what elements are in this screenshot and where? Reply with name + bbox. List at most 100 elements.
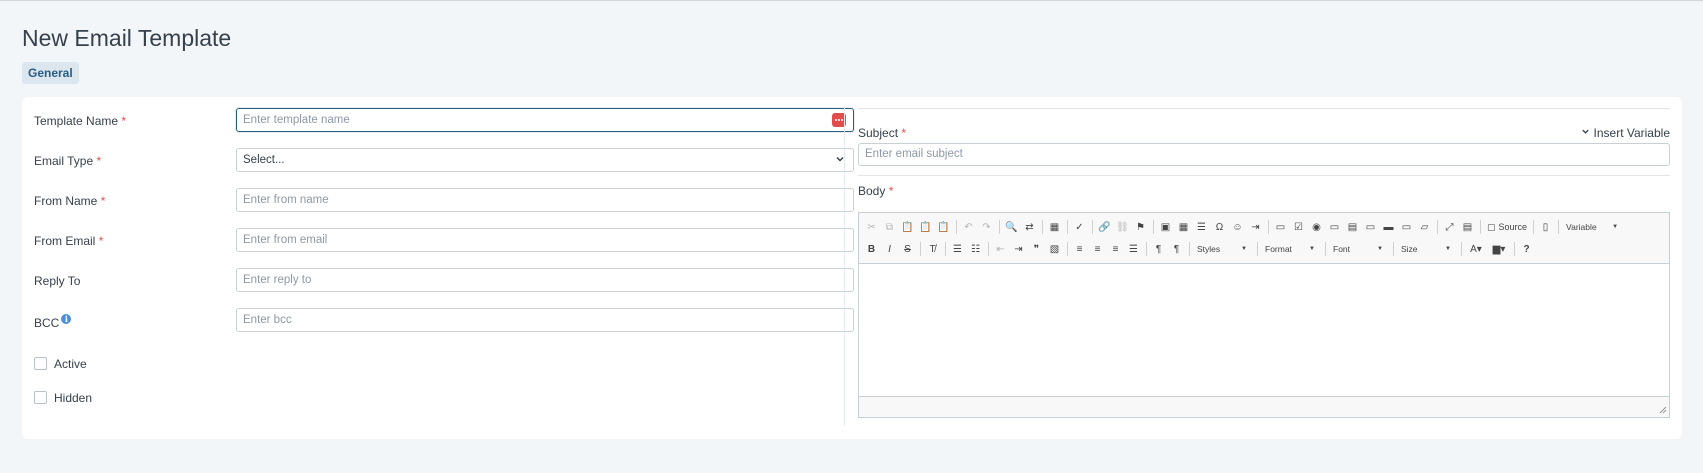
subject-input[interactable]: Enter email subject	[858, 143, 1670, 166]
undo-icon[interactable]: ↶	[960, 218, 977, 236]
image-icon[interactable]: ▣	[1157, 218, 1174, 236]
button-field-icon[interactable]: ▬	[1380, 218, 1397, 236]
divider	[858, 108, 1670, 109]
editor-toolbar-row-2: B I S T̸ ☰ ☷ ⇤ ⇥ ❞ ▧ ≡ ≡ ≡ ☰ ¶ ¶ Styles …	[863, 239, 1536, 259]
ltr-icon[interactable]: ¶	[1150, 240, 1167, 258]
hidden-checkbox[interactable]	[34, 391, 47, 404]
outdent-icon[interactable]: ⇤	[992, 240, 1009, 258]
copy-icon[interactable]: ⧉	[881, 218, 898, 236]
source-icon: ▢	[1487, 221, 1496, 232]
bcc-input[interactable]: Enter bcc	[236, 308, 854, 332]
form-icon[interactable]: ▭	[1272, 218, 1289, 236]
dropdown-arrow-icon: ▼	[1445, 246, 1451, 252]
checkbox-icon[interactable]: ☑	[1290, 218, 1307, 236]
table-icon[interactable]: ▦	[1175, 218, 1192, 236]
smiley-icon[interactable]: ☺	[1229, 218, 1246, 236]
right-column: Subject * Insert Variable Enter email su…	[858, 97, 1670, 437]
hidden-label: Hidden	[54, 391, 93, 405]
blockquote-icon[interactable]: ❞	[1028, 240, 1045, 258]
paste-word-icon[interactable]: 📋	[935, 218, 952, 236]
email-type-label: Email Type *	[34, 154, 102, 168]
cut-icon[interactable]: ✂	[863, 218, 880, 236]
from-email-label: From Email *	[34, 234, 104, 248]
bulleted-list-icon[interactable]: ☷	[967, 240, 984, 258]
size-dropdown[interactable]: Size ▼	[1397, 241, 1455, 257]
text-field-icon[interactable]: ▭	[1326, 218, 1343, 236]
bcc-label: BCC i	[34, 314, 72, 330]
column-divider	[844, 106, 845, 426]
italic-icon[interactable]: I	[881, 240, 898, 258]
justify-icon[interactable]: ☰	[1125, 240, 1142, 258]
textarea-icon[interactable]: ▤	[1344, 218, 1361, 236]
source-button[interactable]: ▢ Source	[1484, 218, 1530, 236]
special-char-icon[interactable]: Ω	[1211, 218, 1228, 236]
radio-icon[interactable]: ◉	[1308, 218, 1325, 236]
paste-text-icon[interactable]: 📋	[917, 218, 934, 236]
insert-variable-button[interactable]: Insert Variable	[1582, 126, 1670, 140]
replace-icon[interactable]: ⇄	[1021, 218, 1038, 236]
from-name-row: From Name * Enter from name	[22, 188, 854, 214]
variable-label: Variable	[1566, 222, 1597, 232]
page-break-icon[interactable]: ⇥	[1247, 218, 1264, 236]
text-color-icon[interactable]: A▾	[1465, 240, 1487, 258]
variable-dropdown[interactable]: Variable ▼	[1562, 219, 1622, 235]
tab-general[interactable]: General	[22, 62, 79, 84]
styles-label: Styles	[1197, 244, 1221, 254]
info-icon[interactable]: i	[61, 314, 72, 324]
editor-content-area[interactable]	[859, 263, 1669, 397]
strikethrough-icon[interactable]: S	[899, 240, 916, 258]
rich-text-editor: ✂ ⧉ 📋 📋 📋 ↶ ↷ 🔍 ⇄ ▦ ✓ 🔗 ⛓ ⚑ ▣ ▦ ☰ Ω ☺ ⇥ …	[858, 212, 1670, 418]
divider	[858, 175, 1670, 176]
body-label: Body *	[858, 184, 894, 198]
font-dropdown[interactable]: Font ▼	[1329, 241, 1387, 257]
hidden-field-icon[interactable]: ▱	[1416, 218, 1433, 236]
editor-toolbar-row-1: ✂ ⧉ 📋 📋 📋 ↶ ↷ 🔍 ⇄ ▦ ✓ 🔗 ⛓ ⚑ ▣ ▦ ☰ Ω ☺ ⇥ …	[863, 217, 1625, 237]
size-label: Size	[1401, 244, 1418, 254]
remove-format-icon[interactable]: T̸	[924, 240, 941, 258]
reply-to-placeholder: Enter reply to	[243, 274, 312, 286]
find-icon[interactable]: 🔍	[1003, 218, 1020, 236]
maximize-icon[interactable]: ⤢	[1441, 218, 1458, 236]
from-name-label: From Name *	[34, 194, 106, 208]
spellcheck-icon[interactable]: ✓	[1071, 218, 1088, 236]
reply-to-input[interactable]: Enter reply to	[236, 268, 854, 292]
template-name-input[interactable]: Enter template name	[236, 108, 854, 132]
numbered-list-icon[interactable]: ☰	[949, 240, 966, 258]
form-card: Template Name * Enter template name Emai…	[22, 97, 1682, 439]
rtl-icon[interactable]: ¶	[1168, 240, 1185, 258]
dropdown-arrow-icon: ▼	[1377, 246, 1383, 252]
align-right-icon[interactable]: ≡	[1107, 240, 1124, 258]
anchor-icon[interactable]: ⚑	[1132, 218, 1149, 236]
unlink-icon[interactable]: ⛓	[1114, 218, 1131, 236]
bold-icon[interactable]: B	[863, 240, 880, 258]
redo-icon[interactable]: ↷	[978, 218, 995, 236]
active-checkbox[interactable]	[34, 357, 47, 370]
image-button-icon[interactable]: ▭	[1398, 218, 1415, 236]
email-type-value: Select...	[243, 154, 285, 166]
template-name-placeholder: Enter template name	[243, 114, 350, 126]
reply-to-label: Reply To	[34, 274, 81, 288]
bcc-placeholder: Enter bcc	[243, 314, 292, 326]
templates-icon[interactable]: ▯	[1537, 218, 1554, 236]
subject-label: Subject *	[858, 126, 907, 140]
from-name-input[interactable]: Enter from name	[236, 188, 854, 212]
indent-icon[interactable]: ⇥	[1010, 240, 1027, 258]
resize-handle-icon[interactable]	[1659, 406, 1667, 414]
div-container-icon[interactable]: ▧	[1046, 240, 1063, 258]
from-email-input[interactable]: Enter from email	[236, 228, 854, 252]
format-dropdown[interactable]: Format ▼	[1261, 241, 1319, 257]
show-blocks-icon[interactable]: ▤	[1459, 218, 1476, 236]
align-center-icon[interactable]: ≡	[1089, 240, 1106, 258]
help-icon[interactable]: ?	[1518, 240, 1535, 258]
link-icon[interactable]: 🔗	[1096, 218, 1113, 236]
dropdown-arrow-icon: ▼	[1309, 246, 1315, 252]
align-left-icon[interactable]: ≡	[1071, 240, 1088, 258]
insert-variable-label: Insert Variable	[1593, 126, 1670, 140]
styles-dropdown[interactable]: Styles ▼	[1193, 241, 1251, 257]
email-type-select[interactable]: Select...	[236, 148, 854, 172]
background-color-icon[interactable]: ▆▾	[1488, 240, 1510, 258]
select-field-icon[interactable]: ▭	[1362, 218, 1379, 236]
select-all-icon[interactable]: ▦	[1046, 218, 1063, 236]
horizontal-rule-icon[interactable]: ☰	[1193, 218, 1210, 236]
paste-icon[interactable]: 📋	[899, 218, 916, 236]
